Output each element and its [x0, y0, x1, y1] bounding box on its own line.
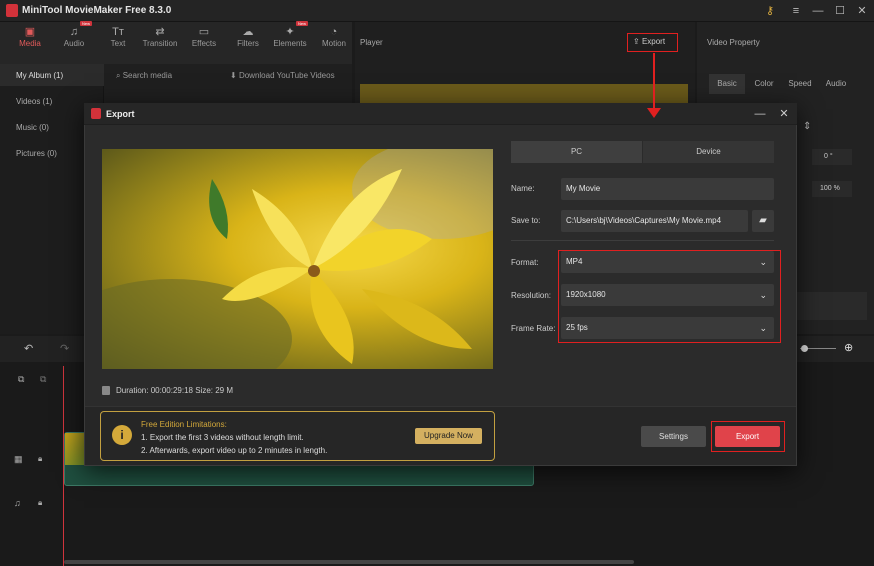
prop-tab-audio[interactable]: Audio — [820, 74, 852, 94]
video-track-icon: ▦ — [14, 454, 23, 464]
redo-icon[interactable]: ↷ — [60, 342, 69, 355]
zoom-slider-handle[interactable] — [801, 345, 808, 352]
saveto-label: Save to: — [511, 216, 541, 225]
prop-tab-color[interactable]: Color — [748, 74, 780, 94]
effects-icon: ▭ — [198, 26, 210, 38]
lock-icon[interactable]: 🔒︎ — [38, 454, 42, 464]
tool-text[interactable]: Tт Text — [96, 25, 140, 48]
reset-button[interactable] — [797, 292, 867, 320]
audio-track-icon: ♫ — [14, 498, 21, 508]
dialog-logo-icon — [91, 108, 101, 119]
tool-effects[interactable]: ▭ Effects — [182, 25, 226, 48]
app-title: MiniTool MovieMaker Free 8.3.0 — [22, 5, 172, 16]
search-icon: ⌕ — [116, 71, 123, 80]
segment-pc[interactable]: PC — [511, 141, 642, 163]
key-icon[interactable]: ⚷ — [762, 3, 778, 19]
transition-icon: ⇄ — [155, 26, 165, 38]
lock-icon[interactable]: 🔒︎ — [38, 498, 42, 508]
annotation-arrow — [653, 53, 655, 111]
text-icon: Tт — [112, 26, 124, 38]
copy-track-icon[interactable]: ⧉ — [40, 374, 46, 385]
zoom-in-icon[interactable]: ⊕ — [844, 341, 853, 354]
flip-icon[interactable]: ⇕ — [803, 121, 811, 132]
dialog-header — [84, 103, 797, 125]
name-label: Name: — [511, 184, 535, 193]
format-label: Format: — [511, 258, 539, 267]
export-button[interactable]: Export — [715, 426, 780, 447]
download-youtube-link[interactable]: ⬇ Download YouTube Videos — [230, 71, 335, 80]
export-icon: ⇪ — [633, 37, 642, 46]
film-icon — [102, 386, 110, 395]
rotate-field[interactable]: 0 ° — [812, 149, 852, 165]
settings-button[interactable]: Settings — [641, 426, 706, 447]
album-item-pictures[interactable]: Pictures (0) — [16, 149, 57, 158]
prop-tab-basic[interactable]: Basic — [709, 74, 745, 94]
flower-image — [102, 149, 493, 369]
download-icon: ⬇ — [230, 71, 239, 80]
info-icon: i — [112, 425, 132, 445]
close-icon[interactable]: ✕ — [854, 3, 870, 19]
minimize-icon[interactable]: — — [810, 3, 826, 19]
dialog-title: Export — [106, 109, 135, 119]
album-item-music[interactable]: Music (0) — [16, 123, 49, 132]
album-item-my-album[interactable]: My Album (1) — [16, 71, 63, 80]
limit-line: 1. Export the first 3 videos without len… — [141, 433, 304, 442]
album-item-videos[interactable]: Videos (1) — [16, 97, 52, 106]
prop-tab-speed[interactable]: Speed — [782, 74, 818, 94]
tool-media[interactable]: ▣ Media — [8, 25, 52, 48]
upgrade-now-button[interactable]: Upgrade Now — [415, 428, 482, 444]
player-preview-strip — [360, 84, 688, 104]
saveto-input[interactable]: C:\Users\bj\Videos\Captures\My Movie.mp4 — [561, 210, 748, 232]
search-media[interactable]: ⌕ Search media — [116, 71, 172, 81]
elements-icon: ✦ — [285, 26, 295, 38]
folder-icon: ▰ — [759, 215, 767, 226]
add-track-icon[interactable]: ⧉ — [18, 374, 24, 385]
tool-transition[interactable]: ⇄ Transition — [138, 25, 182, 48]
app-logo-icon — [6, 4, 18, 17]
framerate-label: Frame Rate: — [511, 324, 556, 333]
tool-filters[interactable]: ☁ Filters — [226, 25, 270, 48]
playhead[interactable] — [63, 366, 64, 566]
maximize-icon[interactable]: ☐ — [832, 3, 848, 19]
dialog-minimize-icon[interactable]: — — [752, 106, 768, 122]
resolution-label: Resolution: — [511, 291, 552, 300]
new-badge: New — [295, 21, 308, 26]
duration-size-info: Duration: 00:00:29:18 Size: 29 M — [116, 386, 234, 395]
segment-device[interactable]: Device — [643, 141, 774, 163]
filters-icon: ☁ — [242, 26, 254, 38]
folder-icon: ▣ — [24, 26, 36, 38]
export-preview — [102, 149, 493, 369]
annotation-arrow-head — [647, 108, 661, 118]
name-input[interactable]: My Movie — [561, 178, 774, 200]
new-badge: New — [79, 21, 92, 26]
property-title: Video Property — [707, 38, 760, 47]
motion-icon: ◔ — [330, 26, 338, 38]
undo-icon[interactable]: ↶ — [24, 342, 33, 355]
tool-audio[interactable]: ♫ Audio New — [52, 21, 96, 48]
limit-line: 2. Afterwards, export video up to 2 minu… — [141, 446, 328, 455]
scale-field[interactable]: 100 % — [812, 181, 852, 197]
dialog-close-icon[interactable]: ✕ — [776, 106, 792, 122]
menu-icon[interactable]: ≡ — [788, 3, 804, 19]
browse-folder-button[interactable]: ▰ — [752, 210, 774, 232]
export-top-button[interactable]: ⇪ Export — [627, 33, 678, 52]
format-highlight-box — [558, 250, 781, 343]
player-title: Player — [360, 38, 383, 47]
limit-title: Free Edition Limitations: — [141, 420, 227, 429]
divider — [511, 240, 774, 241]
tool-motion[interactable]: ◔ Motion — [312, 25, 356, 48]
music-icon: ♫ — [69, 26, 79, 38]
timeline-scrollbar[interactable] — [64, 560, 634, 564]
tool-elements[interactable]: ✦ Elements New — [268, 21, 312, 48]
